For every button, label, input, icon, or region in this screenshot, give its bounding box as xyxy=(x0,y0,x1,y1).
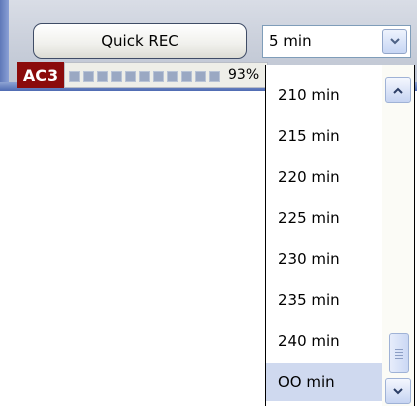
dropdown-option[interactable]: 210 min xyxy=(266,76,382,114)
grip-line xyxy=(395,349,403,350)
grip-line xyxy=(395,352,403,353)
dropdown-option[interactable]: 230 min xyxy=(266,240,382,278)
level-segment xyxy=(195,71,206,82)
duration-select-value: 5 min xyxy=(269,32,312,50)
level-segment xyxy=(83,71,94,82)
chevron-down-icon[interactable] xyxy=(382,29,407,54)
level-segment xyxy=(69,71,80,82)
duration-dropdown-list: 210 min 215 min 220 min 225 min 230 min … xyxy=(265,65,415,406)
level-segment xyxy=(181,71,192,82)
level-segment xyxy=(167,71,178,82)
quick-rec-button[interactable]: Quick REC xyxy=(33,23,247,59)
grip-line xyxy=(395,358,403,359)
level-segment xyxy=(111,71,122,82)
dropdown-option-selected[interactable]: OO min xyxy=(266,363,382,401)
level-segment xyxy=(209,71,220,82)
scroll-thumb[interactable] xyxy=(389,333,409,373)
chevron-down-icon[interactable] xyxy=(385,378,411,404)
dropdown-option[interactable]: 225 min xyxy=(266,199,382,237)
level-segment xyxy=(153,71,164,82)
level-percent: 93% xyxy=(228,67,260,83)
level-segment xyxy=(139,71,150,82)
grip-line xyxy=(395,355,403,356)
level-segment xyxy=(125,71,136,82)
audio-level-meter: 93% xyxy=(64,62,268,88)
audio-format-badge: AC3 xyxy=(17,62,64,88)
dropdown-scrollbar[interactable] xyxy=(382,65,414,406)
level-segment xyxy=(97,71,108,82)
dropdown-option[interactable]: 240 min xyxy=(266,322,382,360)
panel-left-edge xyxy=(0,0,9,91)
dropdown-option[interactable]: 220 min xyxy=(266,158,382,196)
quick-rec-label: Quick REC xyxy=(101,32,179,50)
chevron-up-icon[interactable] xyxy=(385,77,411,103)
duration-select[interactable]: 5 min xyxy=(262,25,411,58)
dropdown-option[interactable]: 215 min xyxy=(266,117,382,155)
dropdown-option[interactable]: 235 min xyxy=(266,281,382,319)
